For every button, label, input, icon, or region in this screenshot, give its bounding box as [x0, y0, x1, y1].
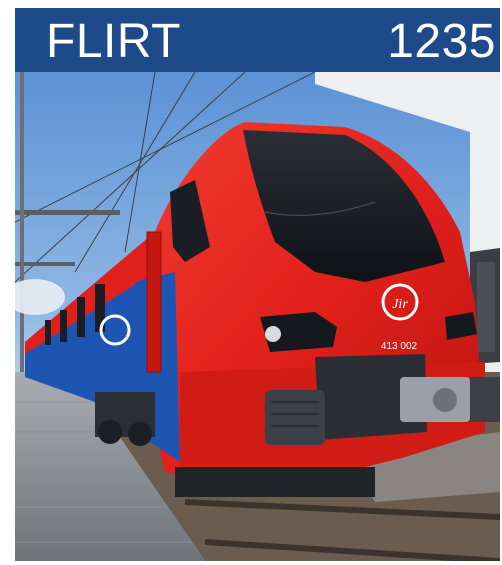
train-model-title: FLIRT — [46, 15, 181, 68]
train-id-number: 1235 — [387, 15, 496, 68]
train-photo: Jir 413 002 — [15, 72, 500, 561]
poster-frame: FLIRT 1235 Jir 413 002 — [15, 8, 500, 561]
train-number-plate: 413 002 — [381, 341, 418, 352]
title-bar: FLIRT 1235 — [15, 8, 500, 72]
logo-mark: Jir — [392, 297, 408, 312]
